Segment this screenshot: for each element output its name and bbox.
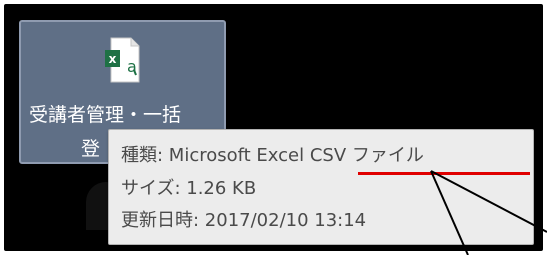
svg-text:x: x bbox=[109, 52, 117, 66]
csv-highlight-underline bbox=[358, 172, 530, 175]
excel-csv-file-icon: x a bbox=[103, 36, 143, 84]
file-name-label-line2: 登 bbox=[81, 138, 101, 160]
tooltip-file-type: 種類: Microsoft Excel CSV ファイル bbox=[121, 145, 424, 166]
desktop: x a 受講者管理・一括 登 種類: Microsoft Excel CSV フ… bbox=[4, 4, 543, 251]
file-name-label-line1: 受講者管理・一括 bbox=[29, 104, 182, 126]
file-info-tooltip: 種類: Microsoft Excel CSV ファイル サイズ: 1.26 K… bbox=[108, 129, 534, 245]
tooltip-file-size: サイズ: 1.26 KB bbox=[121, 178, 257, 199]
tooltip-modified-date: 更新日時: 2017/02/10 13:14 bbox=[121, 210, 367, 231]
